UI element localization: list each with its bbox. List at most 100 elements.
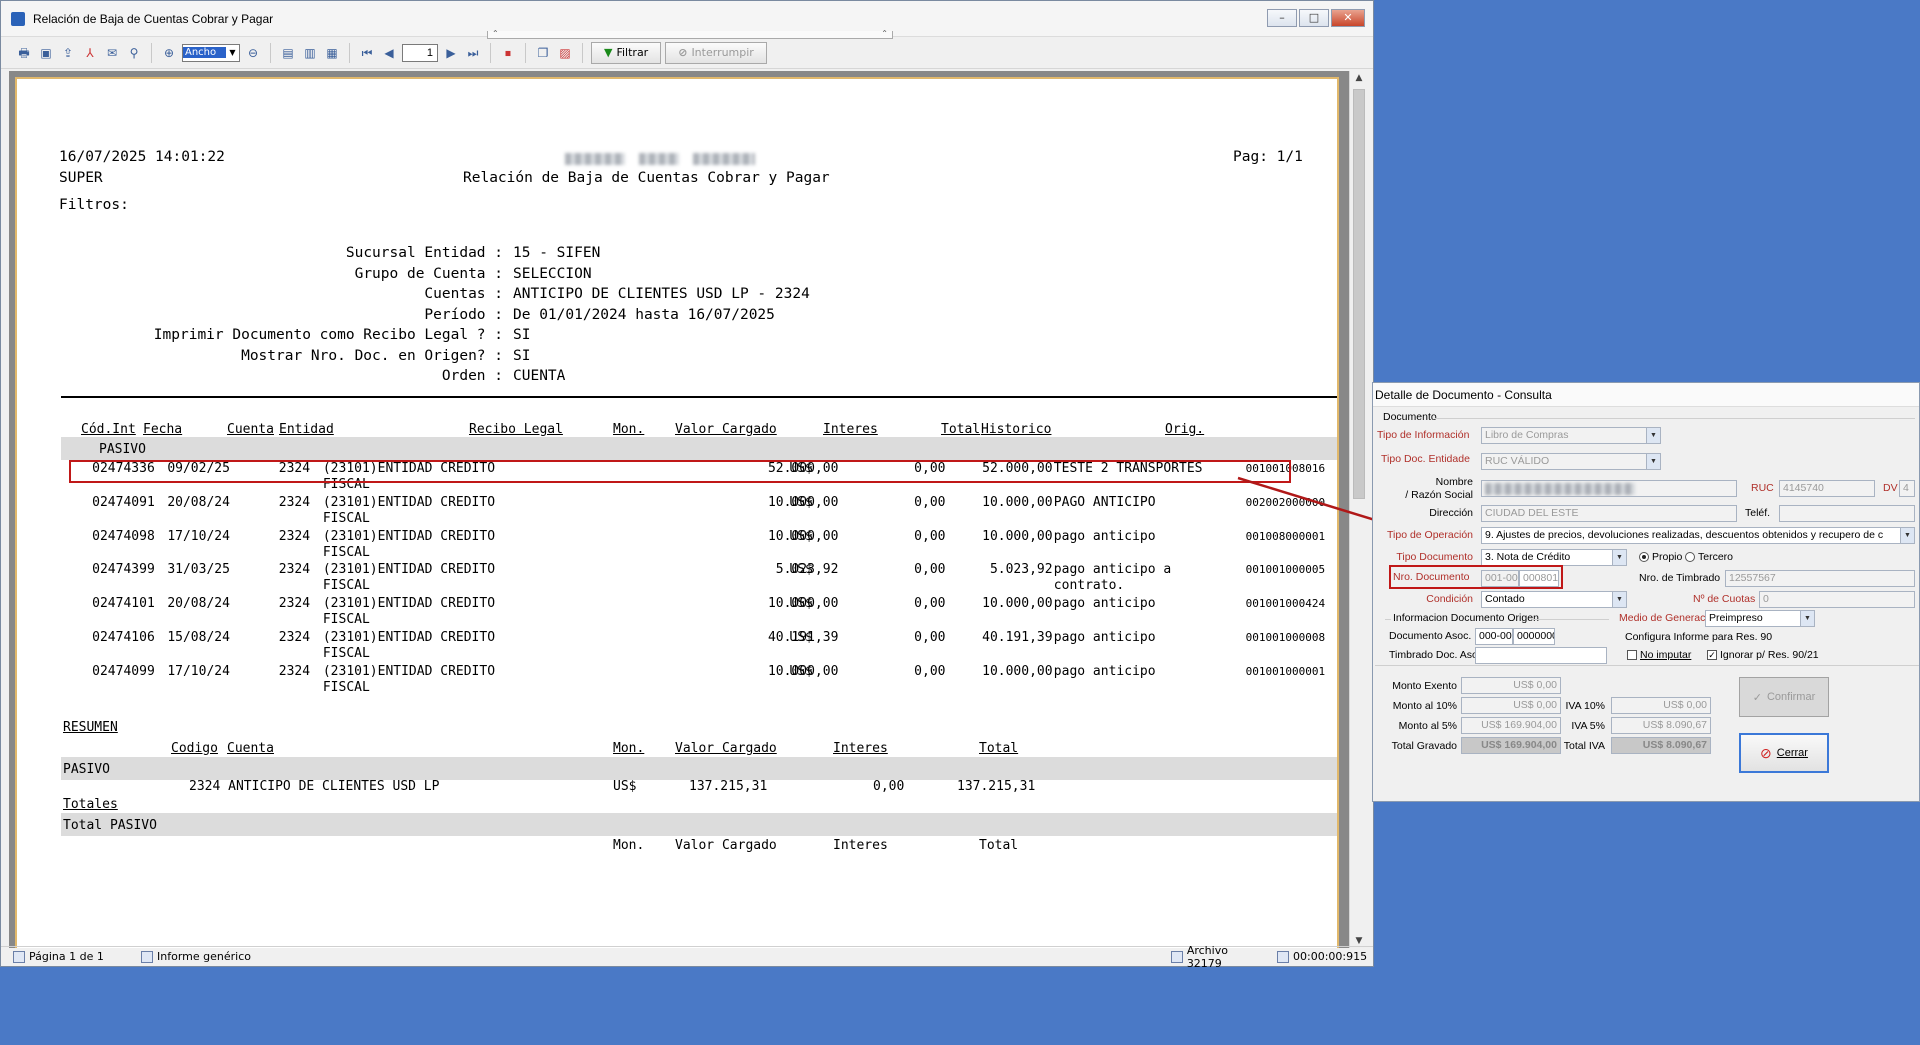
scroll-up-icon[interactable]: ▲ — [1350, 73, 1368, 83]
zoom-in-icon[interactable]: ⊕ — [160, 44, 178, 62]
interrupt-button[interactable]: ⊘ Interrumpir — [665, 41, 767, 64]
nro-timbrado-field[interactable]: 12557567 — [1725, 570, 1915, 587]
cell-fecha: 17/10/24 — [167, 528, 230, 544]
report-icon — [141, 950, 153, 963]
cell-total: 10.000,00 — [982, 596, 1053, 612]
single-page-icon[interactable]: ▤ — [279, 44, 297, 62]
cell-entidad2: FISCAL — [322, 612, 370, 628]
duplicate-icon[interactable]: ❐ — [534, 44, 552, 62]
stop-icon[interactable]: ⏹ — [499, 44, 517, 62]
summary-valor: 137.215,31 — [689, 779, 768, 794]
cell-orig: 001001000008 — [1245, 631, 1326, 644]
maximize-button[interactable]: □ — [1299, 9, 1329, 27]
total-col-mon: Mon. — [613, 838, 645, 853]
tipo-info-select[interactable]: Libro de Compras ▼ — [1481, 427, 1661, 444]
find-icon[interactable]: ⚲ — [125, 44, 143, 62]
timbrado-asoc-field[interactable] — [1475, 647, 1607, 664]
col-recibo-legal: Recibo Legal — [469, 422, 563, 437]
cell-entidad: (23101)ENTIDAD CREDITO — [322, 562, 496, 578]
monto-exento-field[interactable]: US$ 0,00 — [1461, 677, 1561, 694]
pdf-icon[interactable]: ⅄ — [81, 44, 99, 62]
condicion-select[interactable]: Contado ▼ — [1481, 591, 1627, 608]
prev-page-icon[interactable]: ◀ — [380, 44, 398, 62]
section-documento: Documento — [1383, 411, 1437, 423]
first-page-icon[interactable]: ⏮ — [358, 44, 376, 62]
doc-asoc-prefix[interactable]: 000-000 — [1475, 628, 1513, 645]
total-pasivo-label: Total PASIVO — [63, 818, 157, 833]
last-page-icon[interactable]: ⏭ — [464, 44, 482, 62]
filter-value: SELECCION — [513, 265, 592, 282]
collapse-panel-handle[interactable]: ⌃ ⌃ — [487, 30, 893, 39]
cuotas-field[interactable]: 0 — [1759, 591, 1915, 608]
direccion-field[interactable]: CIUDAD DEL ESTE — [1481, 505, 1737, 522]
save-icon[interactable]: ▣ — [37, 44, 55, 62]
propio-radio[interactable]: Propio — [1639, 551, 1682, 563]
zoom-select[interactable]: Ancho ▼ — [182, 43, 240, 62]
telef-field[interactable] — [1779, 505, 1915, 522]
iva5-field[interactable]: US$ 8.090,67 — [1611, 717, 1711, 734]
no-imputar-checkbox[interactable]: No imputar — [1627, 649, 1691, 661]
close-button[interactable]: ✕ — [1331, 9, 1365, 27]
monto5-field[interactable]: US$ 169.904,00 — [1461, 717, 1561, 734]
two-pages-icon[interactable]: ▥ — [301, 44, 319, 62]
filter-label: Orden : — [441, 368, 503, 384]
cell-hist: pago anticipo — [1053, 630, 1156, 645]
print-icon[interactable]: 🖶 — [15, 44, 33, 62]
cuotas-label: Nº de Cuotas — [1693, 593, 1756, 605]
group-label: PASIVO — [99, 442, 146, 457]
page-icon — [13, 950, 25, 963]
monto10-field[interactable]: US$ 0,00 — [1461, 697, 1561, 714]
scroll-thumb[interactable] — [1353, 89, 1365, 499]
doc-asoc-number[interactable]: 0000000 — [1513, 628, 1555, 645]
res90-section: Configura Informe para Res. 90 — [1625, 631, 1773, 643]
cell-entidad2: FISCAL — [322, 578, 370, 594]
cerrar-button[interactable]: ⊘ Cerrar — [1739, 733, 1829, 773]
filters-label: Filtros: — [59, 197, 129, 213]
total-col-interes: Interes — [833, 838, 888, 853]
confirmar-label: Confirmar — [1766, 691, 1816, 703]
status-archivo: Archivo 32179 — [1186, 943, 1228, 970]
cell-cod: 02474091 — [92, 494, 155, 510]
medio-select[interactable]: Preimpreso ▼ — [1705, 610, 1815, 627]
dv-field[interactable]: 4 — [1899, 480, 1915, 497]
cell-hist: pago anticipo — [1053, 663, 1156, 679]
cell-orig: 001001000005 — [1245, 563, 1326, 577]
tipo-oper-select[interactable]: 9. Ajustes de precios, devoluciones real… — [1481, 527, 1915, 544]
ignorar-checkbox[interactable]: ✓ Ignorar p/ Res. 90/21 — [1707, 649, 1819, 661]
ruc-field[interactable]: 4145740 — [1779, 480, 1875, 497]
export-icon[interactable]: ⇪ — [59, 44, 77, 62]
cell-fecha: 31/03/25 — [167, 562, 230, 578]
filter-label: Cuentas : — [424, 286, 503, 302]
confirmar-button[interactable]: ✓ Confirmar — [1739, 677, 1829, 717]
zoom-out-icon[interactable]: ⊖ — [244, 44, 262, 62]
cell-fecha: 20/08/24 — [167, 596, 230, 612]
scroll-down-icon[interactable]: ▼ — [1350, 936, 1368, 946]
multi-page-icon[interactable]: ▦ — [323, 44, 341, 62]
email-icon[interactable]: ✉ — [103, 44, 121, 62]
page-number-input[interactable] — [402, 43, 438, 62]
timbrado-asoc-label: Timbrado Doc. Asoc. — [1389, 649, 1487, 661]
interrupt-button-label: Interrumpir — [691, 45, 754, 59]
tercero-radio[interactable]: Tercero — [1685, 551, 1733, 563]
cell-cuenta: 2324 — [278, 562, 311, 578]
nombre-field[interactable] — [1481, 480, 1737, 497]
zoom-value: Ancho — [183, 47, 226, 58]
nombre-label: Nombre — [1435, 476, 1473, 488]
tipo-doc-ent-select[interactable]: RUC VÁLIDO ▼ — [1481, 453, 1661, 470]
filter-label: Período : — [424, 306, 503, 323]
report-viewport: 16/07/2025 14:01:22 Pag: 1/1 SUPER Relac… — [9, 71, 1349, 948]
tipo-doc-select[interactable]: 3. Nota de Crédito ▼ — [1481, 549, 1627, 566]
iva10-field[interactable]: US$ 0,00 — [1611, 697, 1711, 714]
cell-valor: 10.000,00 — [767, 596, 839, 612]
tipo-doc-ent-label: Tipo Doc. Entidade — [1381, 453, 1470, 465]
summary-col-mon: Mon. — [613, 741, 645, 756]
cell-cuenta: 2324 — [278, 630, 311, 645]
report-options-icon[interactable]: ▨ — [556, 44, 574, 62]
filter-button[interactable]: ▼ Filtrar — [591, 41, 662, 64]
next-page-icon[interactable]: ▶ — [442, 44, 460, 62]
cell-entidad2: FISCAL — [322, 510, 370, 526]
vertical-scrollbar[interactable]: ▲ ▼ — [1349, 71, 1367, 948]
total-gravado-field: US$ 169.904,00 — [1461, 737, 1561, 754]
minimize-button[interactable]: – — [1267, 9, 1297, 27]
filter-value: ANTICIPO DE CLIENTES USD LP - 2324 — [513, 286, 810, 302]
